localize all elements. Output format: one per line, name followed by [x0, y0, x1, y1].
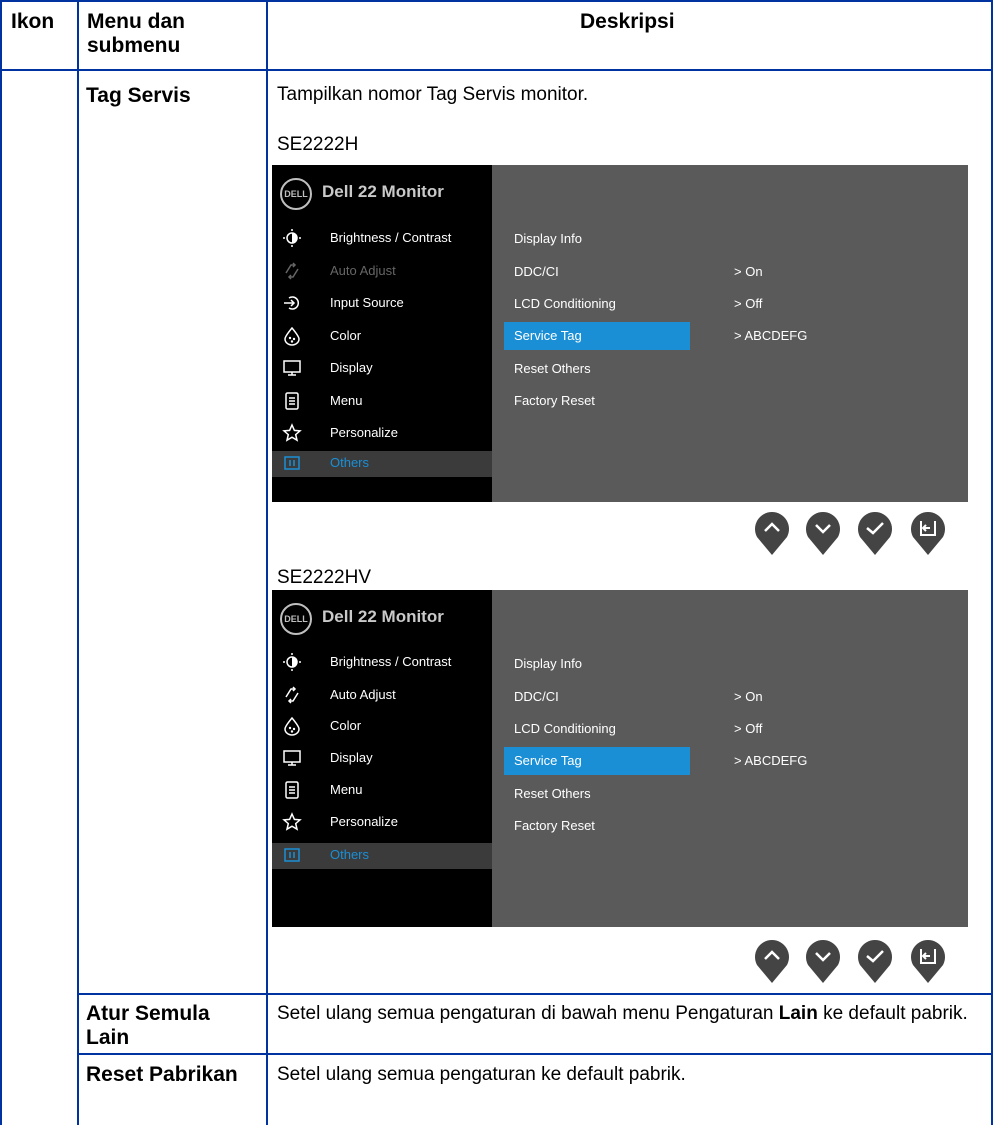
model-label-1: SE2222H [277, 134, 359, 155]
header-description-col: Deskripsi [580, 10, 675, 33]
osd-title: Dell 22 Monitor [322, 182, 444, 201]
osd-screenshot-2: DELL Dell 22 Monitor Brightness / Contra… [272, 590, 968, 927]
osd-sub-ddc-ci: DDC/CI [514, 689, 559, 704]
others-icon [284, 848, 300, 862]
osd-value-lcd-conditioning: > Off [734, 721, 763, 736]
osd-menu-label: Others [330, 455, 370, 470]
osd-sub-lcd-conditioning: LCD Conditioning [514, 296, 616, 311]
display-icon [283, 360, 301, 376]
col-divider-1 [77, 0, 79, 1125]
osd-sub-reset-others: Reset Others [514, 786, 591, 801]
osd-menu-label: Color [330, 718, 362, 733]
color-icon [284, 716, 300, 736]
osd-sub-service-tag: Service Tag [504, 747, 690, 775]
osd-menu-label: Display [330, 750, 373, 765]
back-icon [911, 512, 945, 555]
osd-menu-label: Brightness / Contrast [330, 230, 452, 245]
osd-menu-input-source: Input Source [272, 291, 492, 317]
down-icon [806, 940, 840, 983]
osd-value-ddc-ci: > On [734, 689, 763, 704]
osd-title: Dell 22 Monitor [322, 607, 444, 626]
osd-menu-label: Auto Adjust [330, 687, 396, 702]
osd-value-service-tag: > ABCDEFG [734, 753, 808, 768]
desc-atur-semula-lain: Setel ulang semua pengaturan di bawah me… [277, 1003, 968, 1024]
input-source-icon [284, 296, 299, 310]
star-icon [282, 812, 302, 831]
dell-logo: DELL [280, 178, 312, 210]
osd-sub-factory-reset: Factory Reset [514, 393, 595, 408]
osd-sub-ddc-ci: DDC/CI [514, 264, 559, 279]
col-divider-2 [266, 0, 268, 1125]
osd-menu-auto-adjust: Auto Adjust [272, 259, 492, 285]
osd-menu-menu: Menu [272, 389, 492, 415]
desc-tag-servis: Tampilkan nomor Tag Servis monitor. [277, 84, 589, 105]
color-icon [284, 326, 300, 346]
osd-menu-label: Color [330, 328, 362, 343]
osd-screenshot-1: DELL Dell 22 Monitor Brightness / Contra… [272, 165, 968, 502]
brightness-icon [283, 229, 301, 247]
desc-reset-pabrikan: Setel ulang semua pengaturan ke default … [277, 1064, 686, 1085]
header-icon-col: Ikon [11, 10, 55, 33]
osd-menu-brightness: Brightness / Contrast [272, 650, 492, 676]
osd-menu-label: Auto Adjust [330, 263, 396, 278]
header-menu-col: Menu dan submenu [87, 10, 185, 57]
menu-atur-semula-lain: Atur Semula Lain [86, 1002, 210, 1049]
osd-menu-others: Others [272, 451, 492, 477]
osd-sub-factory-reset: Factory Reset [514, 818, 595, 833]
menu-reset-pabrikan: Reset Pabrikan [86, 1063, 238, 1086]
osd-menu-label: Brightness / Contrast [330, 654, 452, 669]
osd-menu-label: Menu [330, 393, 363, 408]
brightness-icon [283, 653, 301, 671]
osd-menu-menu: Menu [272, 778, 492, 804]
document-page: Ikon Menu dan submenu Deskripsi Tag Serv… [0, 0, 993, 1125]
osd-menu-label: Others [330, 847, 370, 862]
check-icon [858, 940, 892, 983]
row-divider-2 [77, 1053, 993, 1055]
others-icon [284, 456, 300, 470]
osd-sub-reset-others: Reset Others [514, 361, 591, 376]
table-border-top [0, 0, 993, 2]
star-icon [282, 423, 302, 442]
osd-menu-label: Menu [330, 782, 363, 797]
down-icon [806, 512, 840, 555]
osd-menu-label: Personalize [330, 425, 398, 440]
osd-value-service-tag: > ABCDEFG [734, 328, 808, 343]
row-divider-1 [77, 993, 993, 995]
back-icon [911, 940, 945, 983]
osd-menu-color: Color [272, 714, 492, 740]
check-icon [858, 512, 892, 555]
display-icon [283, 750, 301, 766]
osd-sub-service-tag: Service Tag [504, 322, 690, 350]
up-icon [755, 512, 789, 555]
osd-menu-personalize: Personalize [272, 810, 492, 836]
menu-icon [285, 392, 299, 410]
osd-menu-label: Input Source [330, 295, 404, 310]
osd-menu-display: Display [272, 746, 492, 772]
osd-menu-personalize: Personalize [272, 421, 492, 447]
osd-value-ddc-ci: > On [734, 264, 763, 279]
table-border-left [0, 0, 2, 1125]
osd-menu-label: Personalize [330, 814, 398, 829]
osd-sub-lcd-conditioning: LCD Conditioning [514, 721, 616, 736]
osd-sub-display-info: Display Info [514, 231, 582, 246]
header-divider [0, 69, 993, 71]
osd-menu-auto-adjust: Auto Adjust [272, 683, 492, 709]
osd-sub-display-info: Display Info [514, 656, 582, 671]
osd-menu-label: Display [330, 360, 373, 375]
auto-adjust-icon [285, 686, 299, 704]
up-icon [755, 940, 789, 983]
osd-value-lcd-conditioning: > Off [734, 296, 763, 311]
menu-tag-servis: Tag Servis [86, 84, 191, 107]
osd-menu-color: Color [272, 324, 492, 350]
auto-adjust-icon [285, 262, 299, 280]
osd-menu-others: Others [272, 843, 492, 869]
osd-menu-display: Display [272, 356, 492, 382]
osd-menu-brightness: Brightness / Contrast [272, 226, 492, 252]
menu-icon [285, 781, 299, 799]
model-label-2: SE2222HV [277, 567, 372, 588]
dell-logo: DELL [280, 603, 312, 635]
